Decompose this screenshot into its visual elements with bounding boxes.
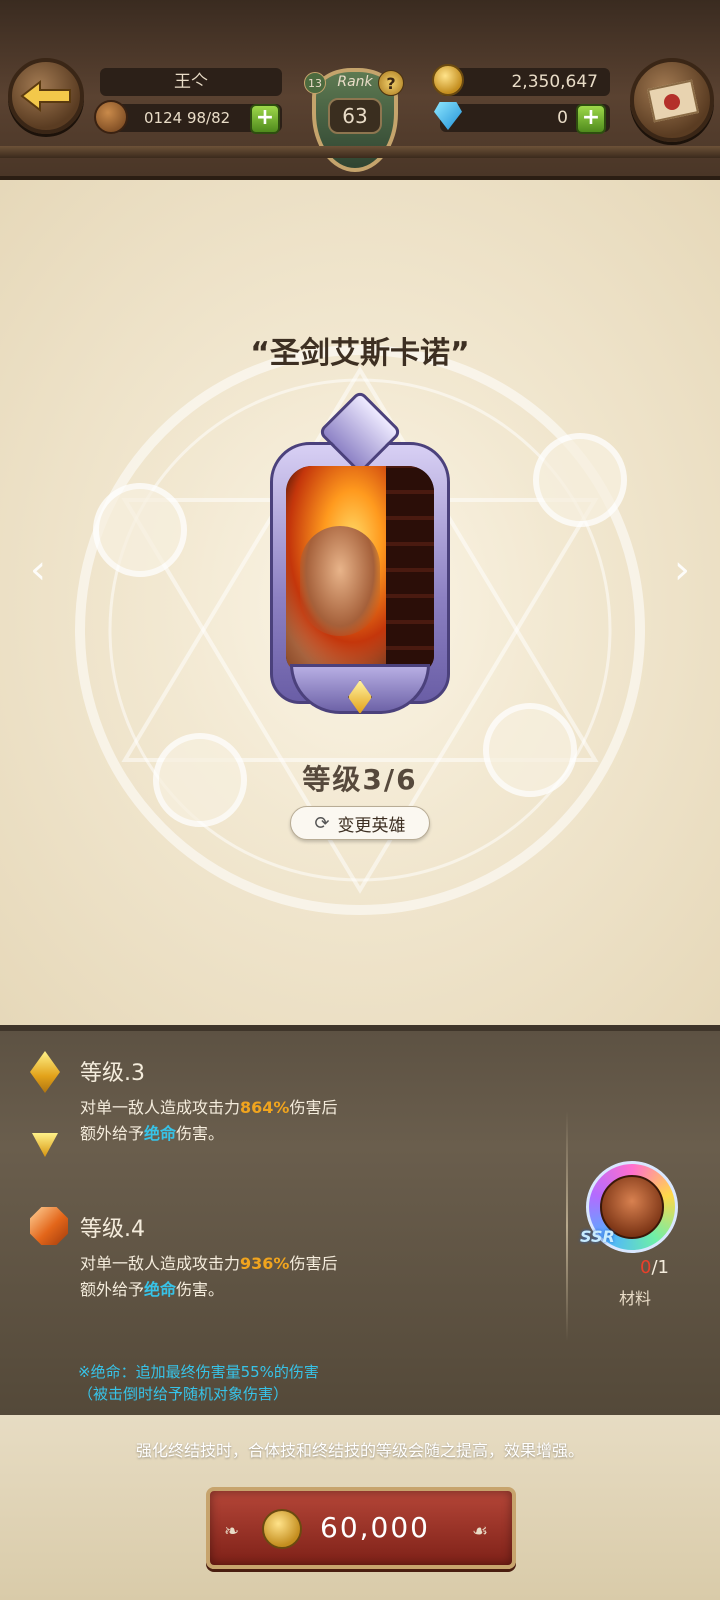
decoration-icon: ❧	[224, 1521, 240, 1542]
rank-badge[interactable]: 13 Rank ? 63 BOAR HAT	[300, 60, 410, 178]
upgrade-description: 强化终结技时，合体技和终结技的等级会随之提高，效果增强。	[135, 1441, 584, 1460]
skill-level: 等级3/6	[302, 763, 418, 796]
material-count: 0/1	[640, 1257, 669, 1278]
swap-icon: ⟳	[314, 812, 330, 834]
back-arrow-icon	[20, 79, 71, 113]
level-arrow-icon	[32, 1133, 58, 1157]
orange-gem-icon	[30, 1207, 68, 1245]
diamond-icon	[434, 102, 462, 130]
stamina-icon	[94, 100, 128, 134]
add-stamina-button[interactable]: +	[250, 104, 280, 134]
wax-seal-icon	[664, 94, 680, 110]
next-skill-arrow-icon[interactable]: ›	[664, 550, 700, 590]
gem-value: 0	[557, 108, 568, 128]
mail-button[interactable]	[630, 58, 714, 142]
damage-percent: 936%	[240, 1254, 290, 1273]
level-description: 对单一敌人造成攻击力864%伤害后 额外给予绝命伤害。	[80, 1098, 338, 1143]
gold-coin-icon	[262, 1509, 302, 1549]
rank-value: 63	[328, 98, 382, 134]
top-bar: 王亽 0124 98/82 + 13 Rank ? 63 BOAR HAT 2,…	[0, 0, 720, 180]
change-hero-button[interactable]: ⟳ 变更英雄	[290, 806, 430, 840]
keyword-highlight: 绝命	[144, 1124, 177, 1143]
back-button[interactable]	[8, 58, 84, 134]
currency-panel: 2,350,647 0 +	[430, 64, 610, 140]
rank-name: BOAR HAT	[324, 144, 386, 157]
keyword-highlight: 绝命	[144, 1280, 177, 1299]
help-icon[interactable]: ?	[378, 70, 404, 96]
keyword-footnote: ※绝命：追加最终伤害量55%的伤害 （被击倒时给予随机对象伤害）	[78, 1363, 319, 1403]
skill-card	[270, 389, 450, 732]
skill-artwork	[286, 466, 434, 672]
damage-percent: 864%	[240, 1098, 290, 1117]
material-label: 材料	[618, 1289, 651, 1308]
player-name: 王亽	[100, 68, 282, 96]
stamina-value: 0124 98/82	[144, 109, 231, 127]
yellow-gem-icon	[30, 1051, 60, 1093]
rarity-badge: SSR	[580, 1227, 615, 1246]
previous-skill-arrow-icon[interactable]: ‹	[20, 550, 56, 590]
upgrade-button[interactable]: ❧ 60,000 ☙	[206, 1487, 516, 1569]
gold-value: 2,350,647	[511, 72, 598, 92]
gold-display: 2,350,647	[432, 64, 610, 96]
skill-display-area: “圣剑艾斯卡诺” ‹ › 等级3/6 ⟳ 变更英雄	[0, 180, 720, 1025]
level-title: 等级.3	[80, 1061, 145, 1086]
change-hero-label: 变更英雄	[337, 815, 406, 836]
decoration-icon: ☙	[472, 1521, 489, 1542]
bottom-area: 强化终结技时，合体技和终结技的等级会随之提高，效果增强。 ❧ 60,000 ☙	[0, 1415, 720, 1600]
add-gems-button[interactable]: +	[576, 104, 606, 134]
level-description: 对单一敌人造成攻击力936%伤害后 额外给予绝命伤害。	[80, 1254, 338, 1299]
material-slot[interactable]: SSR 0/1 材料	[580, 1157, 690, 1308]
skill-title: “圣剑艾斯卡诺”	[250, 336, 470, 371]
gold-coin-icon	[432, 64, 464, 96]
level-title: 等级.4	[80, 1217, 145, 1242]
player-panel: 王亽 0124 98/82 +	[94, 64, 286, 140]
vertical-divider	[566, 1111, 568, 1341]
upgrade-cost: 60,000	[320, 1511, 430, 1544]
skill-info-panel: 等级.3 对单一敌人造成攻击力864%伤害后 额外给予绝命伤害。 等级.4 对单…	[0, 1025, 720, 1415]
